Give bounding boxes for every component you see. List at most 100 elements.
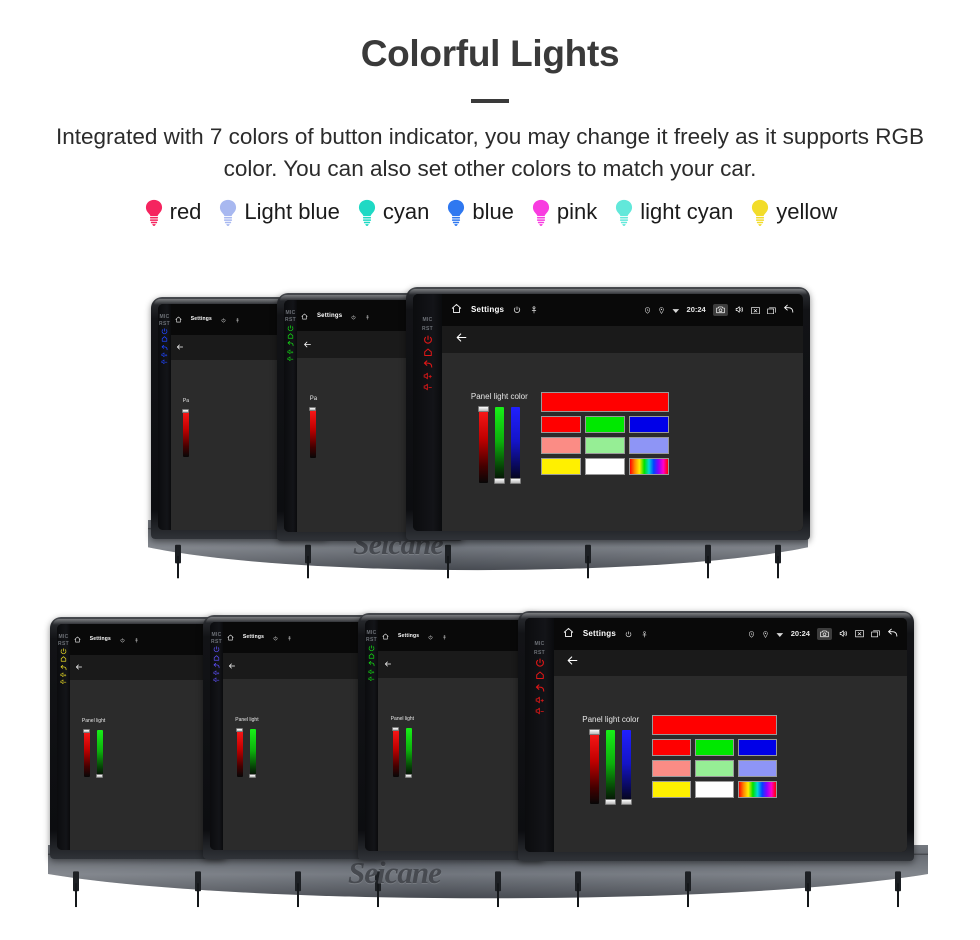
power-key[interactable]	[60, 648, 67, 655]
power-icon[interactable]	[221, 310, 226, 328]
power-key[interactable]	[535, 658, 545, 668]
back-arrow-icon[interactable]	[228, 657, 236, 675]
volume-up-key[interactable]	[213, 670, 220, 676]
volume-down-key[interactable]	[535, 707, 545, 715]
swatch-light-blue[interactable]	[628, 437, 669, 455]
close-box-icon[interactable]	[855, 625, 864, 643]
home-icon[interactable]	[451, 301, 462, 319]
power-key[interactable]	[213, 646, 220, 653]
power-icon[interactable]	[273, 628, 278, 646]
red-slider[interactable]	[391, 726, 399, 777]
swatch-white[interactable]	[584, 458, 625, 476]
speaker-icon[interactable]	[839, 625, 848, 643]
volume-down-key[interactable]	[368, 676, 375, 682]
green-slider[interactable]	[96, 729, 104, 778]
slider-knob[interactable]	[589, 729, 601, 736]
swatch-light-red[interactable]	[651, 760, 691, 778]
home-icon[interactable]	[74, 630, 81, 648]
home-icon[interactable]	[227, 628, 234, 646]
green-slider[interactable]	[404, 727, 412, 778]
back-key[interactable]	[423, 359, 433, 369]
swatch-rainbow[interactable]	[737, 781, 777, 799]
volume-up-key[interactable]	[368, 669, 375, 675]
power-key[interactable]	[423, 335, 433, 345]
swatch-red[interactable]	[651, 739, 691, 757]
back-key[interactable]	[60, 664, 67, 671]
recents-icon[interactable]	[766, 301, 776, 319]
red-slider[interactable]	[181, 408, 189, 457]
home-icon[interactable]	[382, 627, 389, 645]
back-key[interactable]	[535, 683, 545, 693]
slider-knob[interactable]	[309, 407, 317, 412]
volume-down-key[interactable]	[60, 679, 67, 685]
red-slider[interactable]	[589, 729, 601, 805]
home-icon[interactable]	[301, 307, 308, 325]
swatch-green[interactable]	[694, 739, 734, 757]
home-key[interactable]	[423, 348, 433, 357]
camera-icon[interactable]	[712, 304, 728, 316]
camera-icon[interactable]	[816, 627, 832, 640]
location-pin-icon[interactable]	[530, 301, 538, 319]
speaker-icon[interactable]	[735, 301, 744, 319]
red-slider[interactable]	[477, 406, 489, 484]
back-arrow-icon[interactable]	[455, 331, 468, 349]
location-pin-icon[interactable]	[442, 627, 447, 645]
back-arrow-icon[interactable]	[176, 338, 184, 356]
power-icon[interactable]	[120, 630, 125, 648]
red-slider[interactable]	[309, 407, 317, 459]
swatch-light-blue[interactable]	[737, 760, 777, 778]
red-slider[interactable]	[83, 728, 91, 777]
power-icon[interactable]	[513, 301, 521, 319]
power-icon[interactable]	[428, 627, 433, 645]
slider-knob[interactable]	[477, 406, 489, 413]
volume-up-key[interactable]	[161, 352, 168, 358]
slider-knob[interactable]	[249, 773, 257, 778]
back-arrow-icon[interactable]	[566, 654, 579, 672]
home-key[interactable]	[287, 333, 294, 339]
slider-knob[interactable]	[181, 408, 189, 413]
swatch-light-green[interactable]	[584, 437, 625, 455]
swatch-yellow[interactable]	[651, 781, 691, 799]
green-slider[interactable]	[493, 407, 505, 485]
home-key[interactable]	[213, 654, 220, 661]
home-key[interactable]	[368, 653, 375, 659]
swatch-rainbow[interactable]	[628, 458, 669, 476]
blue-slider[interactable]	[509, 407, 521, 485]
slider-knob[interactable]	[493, 478, 505, 485]
green-slider[interactable]	[249, 728, 257, 778]
power-icon[interactable]	[351, 307, 356, 325]
power-icon[interactable]	[625, 625, 632, 643]
swatch-blue[interactable]	[737, 739, 777, 757]
swatch-green[interactable]	[584, 416, 625, 434]
red-slider[interactable]	[236, 727, 244, 777]
location-pin-icon[interactable]	[365, 307, 370, 325]
slider-knob[interactable]	[509, 478, 521, 485]
slider-knob[interactable]	[404, 773, 412, 778]
volume-down-key[interactable]	[423, 383, 433, 391]
back-arrow-icon[interactable]	[303, 336, 312, 354]
back-arrow-icon[interactable]	[783, 301, 794, 319]
power-key[interactable]	[368, 645, 375, 652]
back-arrow-icon[interactable]	[384, 655, 392, 673]
volume-up-key[interactable]	[287, 349, 294, 355]
home-key[interactable]	[161, 336, 168, 343]
back-key[interactable]	[368, 660, 375, 667]
volume-down-key[interactable]	[287, 356, 294, 362]
location-pin-icon[interactable]	[287, 628, 292, 646]
blue-slider[interactable]	[621, 730, 633, 806]
location-pin-icon[interactable]	[235, 310, 240, 328]
home-icon[interactable]	[175, 310, 182, 328]
slider-knob[interactable]	[236, 727, 244, 732]
swatch-light-red[interactable]	[540, 437, 581, 455]
slider-knob[interactable]	[391, 726, 399, 731]
back-key[interactable]	[161, 344, 168, 351]
swatch-yellow[interactable]	[540, 458, 581, 476]
slider-knob[interactable]	[605, 799, 617, 806]
volume-down-key[interactable]	[161, 359, 168, 365]
volume-up-key[interactable]	[423, 372, 433, 380]
volume-up-key[interactable]	[60, 672, 67, 678]
close-box-icon[interactable]	[750, 301, 760, 319]
back-key[interactable]	[213, 662, 220, 669]
swatch-red[interactable]	[540, 416, 581, 434]
green-slider[interactable]	[605, 730, 617, 806]
